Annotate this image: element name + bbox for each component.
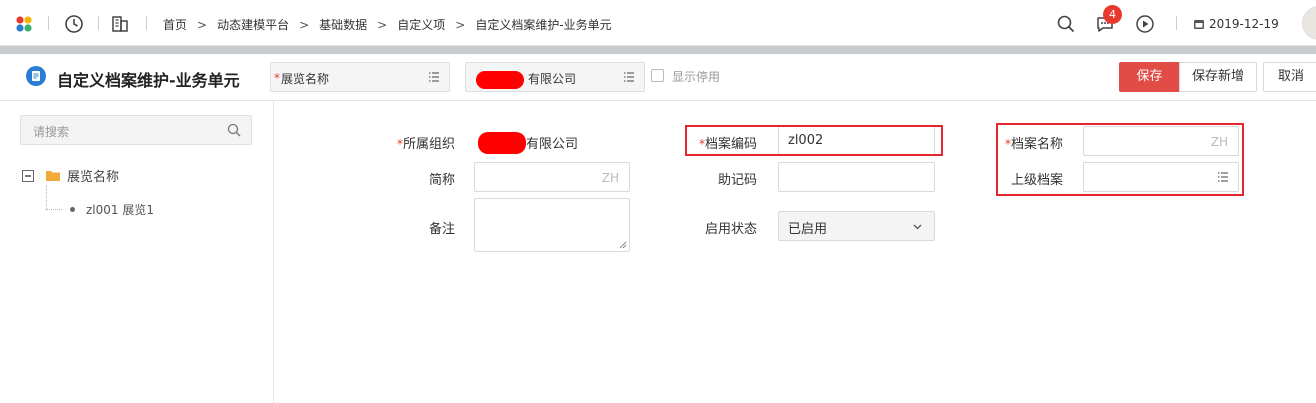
current-date: 2019-12-19 xyxy=(1209,17,1279,31)
search-icon[interactable] xyxy=(1056,14,1076,34)
tree-connector xyxy=(46,185,47,209)
highlight-box xyxy=(996,123,1244,196)
status-value: 已启用 xyxy=(788,222,828,237)
chevron-right-icon: > xyxy=(197,17,208,32)
sidebar: 请搜索 展览名称 zl001 展览1 xyxy=(0,101,274,403)
divider xyxy=(1176,16,1177,30)
chevron-right-icon: > xyxy=(377,17,388,32)
search-icon[interactable] xyxy=(227,123,241,137)
collapse-icon[interactable] xyxy=(22,169,34,182)
building-icon[interactable] xyxy=(110,14,130,34)
tree-root[interactable]: 展览名称 xyxy=(22,166,119,185)
mnemonic-label: 助记码 xyxy=(717,173,757,188)
top-bar: 首页 > 动态建模平台 > 基础数据 > 自定义项 > 自定义档案维护-业务单元… xyxy=(0,0,1316,46)
show-disabled-checkbox[interactable] xyxy=(651,69,664,82)
tree-connector xyxy=(46,209,62,210)
divider xyxy=(48,16,49,30)
breadcrumb-current: 自定义档案维护-业务单元 xyxy=(475,18,612,32)
form-area: *所属组织 有限公司 简称 ZH 备注 *档案编码 zl002 助记码 启用状态… xyxy=(275,101,1316,403)
cancel-button[interactable]: 取消 xyxy=(1263,62,1316,92)
divider xyxy=(146,16,147,30)
breadcrumb-platform[interactable]: 动态建模平台 xyxy=(217,16,289,33)
status-label: 启用状态 xyxy=(704,222,757,237)
list-icon[interactable] xyxy=(623,71,635,83)
notification-badge: 4 xyxy=(1103,5,1122,24)
short-name-label: 简称 xyxy=(428,173,455,188)
language-suffix: ZH xyxy=(601,171,619,185)
list-icon[interactable] xyxy=(428,71,440,83)
redaction-mark xyxy=(478,132,526,154)
page-header: 自定义档案维护-业务单元 * 展览名称 有限公司 显示停用 保存 保存新增 取消 xyxy=(0,54,1316,101)
archive-select-value: 展览名称 xyxy=(281,72,330,86)
chevron-right-icon: > xyxy=(455,17,466,32)
date-display: 2019-12-19 xyxy=(1193,17,1279,31)
mnemonic-input[interactable] xyxy=(778,162,935,192)
play-icon[interactable] xyxy=(1135,14,1155,34)
folder-icon xyxy=(46,171,60,181)
tree-root-label: 展览名称 xyxy=(67,170,120,185)
save-new-button[interactable]: 保存新增 xyxy=(1179,62,1257,92)
save-button[interactable]: 保存 xyxy=(1119,62,1180,92)
status-select[interactable]: 已启用 xyxy=(778,211,935,241)
avatar[interactable] xyxy=(1302,6,1316,40)
org-label: *所属组织 xyxy=(385,133,455,152)
calendar-icon xyxy=(1194,20,1204,29)
search-input[interactable]: 请搜索 xyxy=(20,115,252,145)
short-name-input[interactable]: ZH xyxy=(474,162,630,192)
breadcrumb: 首页 > 动态建模平台 > 基础数据 > 自定义项 > 自定义档案维护-业务单元 xyxy=(163,16,612,33)
resize-handle-icon[interactable] xyxy=(619,241,627,249)
app-logo-icon[interactable] xyxy=(15,15,33,33)
document-icon xyxy=(26,66,46,86)
org-select-value: 有限公司 xyxy=(528,72,577,86)
tree-item[interactable]: zl001 展览1 xyxy=(70,201,154,218)
org-value: 有限公司 xyxy=(526,137,579,152)
tree-item-label: zl001 展览1 xyxy=(86,203,154,217)
chevron-down-icon[interactable] xyxy=(913,224,922,230)
show-disabled-label: 显示停用 xyxy=(672,70,721,84)
breadcrumb-basic-data[interactable]: 基础数据 xyxy=(319,16,367,33)
required-mark: * xyxy=(274,71,280,85)
archive-select[interactable]: * 展览名称 xyxy=(270,62,450,92)
org-select[interactable]: 有限公司 xyxy=(465,62,645,92)
search-placeholder: 请搜索 xyxy=(33,125,70,139)
history-clock-icon[interactable] xyxy=(64,14,84,34)
divider xyxy=(98,16,99,30)
header-gap xyxy=(0,46,1316,54)
remark-label: 备注 xyxy=(428,222,455,237)
remark-textarea[interactable] xyxy=(474,198,630,252)
chevron-right-icon: > xyxy=(299,17,310,32)
breadcrumb-custom-items[interactable]: 自定义项 xyxy=(397,16,445,33)
highlight-box xyxy=(685,125,943,156)
page-title: 自定义档案维护-业务单元 xyxy=(57,71,240,90)
bullet-icon xyxy=(70,207,75,212)
org-label-text: 所属组织 xyxy=(402,137,455,152)
redaction-mark xyxy=(476,71,524,89)
breadcrumb-home[interactable]: 首页 xyxy=(163,16,187,33)
